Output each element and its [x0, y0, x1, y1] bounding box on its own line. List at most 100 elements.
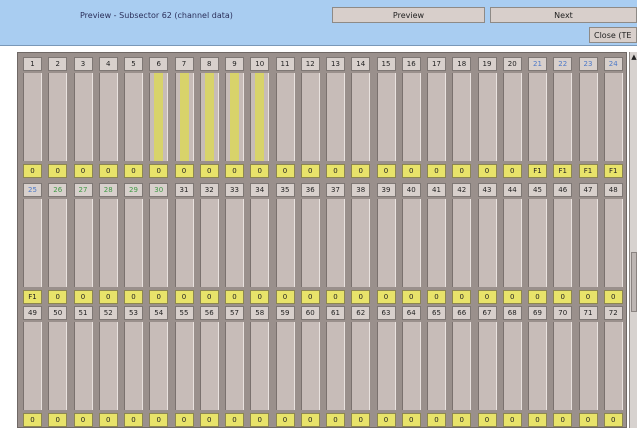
channel-fader-track[interactable]	[427, 322, 446, 410]
channel-strip[interactable]: 57 0	[223, 306, 248, 428]
channel-fader-track[interactable]	[578, 322, 598, 410]
channel-fader-track[interactable]	[149, 199, 169, 287]
channel-strip[interactable]: 12 0	[299, 57, 324, 179]
channel-strip[interactable]: 70	[173, 57, 198, 179]
channel-strip[interactable]: 58 0	[248, 306, 273, 428]
channel-fader-track[interactable]	[427, 73, 446, 161]
channel-fader-track[interactable]	[174, 322, 194, 410]
preview-button[interactable]: Preview	[332, 7, 485, 23]
channel-strip[interactable]: 30	[72, 57, 97, 179]
channel-strip[interactable]: 63 0	[375, 306, 400, 428]
channel-strip[interactable]: 24 F1	[602, 57, 627, 179]
channel-fader-track[interactable]	[452, 322, 472, 410]
close-button[interactable]: Close (TE	[589, 27, 637, 43]
channel-fader-track[interactable]	[300, 322, 320, 410]
channel-fader-track[interactable]	[149, 73, 169, 161]
channel-strip[interactable]: 45 0	[526, 183, 551, 305]
channel-fader-track[interactable]	[351, 199, 371, 287]
channel-strip[interactable]: 60 0	[299, 306, 324, 428]
channel-strip[interactable]: 54 0	[147, 306, 172, 428]
channel-strip[interactable]: 29 0	[122, 183, 147, 305]
channel-fader-track[interactable]	[250, 199, 270, 287]
channel-fader-track[interactable]	[528, 322, 547, 410]
channel-strip[interactable]: 13 0	[324, 57, 349, 179]
channel-strip[interactable]: 21 F1	[526, 57, 551, 179]
channel-fader-track[interactable]	[48, 199, 68, 287]
channel-strip[interactable]: 68 0	[501, 306, 526, 428]
channel-strip[interactable]: 48 0	[602, 183, 627, 305]
channel-strip[interactable]: 59 0	[274, 306, 299, 428]
channel-fader-track[interactable]	[73, 199, 93, 287]
channel-strip[interactable]: 41 0	[425, 183, 450, 305]
channel-strip[interactable]: 40 0	[400, 183, 425, 305]
channel-strip[interactable]: 44 0	[501, 183, 526, 305]
channel-strip[interactable]: 56 0	[198, 306, 223, 428]
channel-strip[interactable]: 15 0	[375, 57, 400, 179]
channel-strip[interactable]: 50 0	[46, 306, 71, 428]
channel-strip[interactable]: 32 0	[198, 183, 223, 305]
channel-fader-track[interactable]	[477, 322, 497, 410]
channel-fader-track[interactable]	[401, 199, 421, 287]
channel-fader-track[interactable]	[401, 73, 421, 161]
channel-strip[interactable]: 55 0	[173, 306, 198, 428]
channel-fader-track[interactable]	[98, 199, 118, 287]
channel-strip[interactable]: 90	[223, 57, 248, 179]
channel-fader-track[interactable]	[553, 322, 573, 410]
channel-strip[interactable]: 18 0	[450, 57, 475, 179]
channel-fader-track[interactable]	[502, 322, 522, 410]
channel-fader-track[interactable]	[250, 73, 270, 161]
channel-strip[interactable]: 65 0	[425, 306, 450, 428]
channel-strip[interactable]: 14 0	[349, 57, 374, 179]
channel-strip[interactable]: 38 0	[349, 183, 374, 305]
channel-strip[interactable]: 50	[122, 57, 147, 179]
channel-fader-track[interactable]	[23, 73, 42, 161]
channel-strip[interactable]: 34 0	[248, 183, 273, 305]
channel-fader-track[interactable]	[528, 73, 547, 161]
channel-fader-track[interactable]	[351, 73, 371, 161]
channel-strip[interactable]: 25 F1	[21, 183, 46, 305]
channel-fader-track[interactable]	[225, 199, 244, 287]
channel-strip[interactable]: 43 0	[476, 183, 501, 305]
channel-strip[interactable]: 52 0	[97, 306, 122, 428]
channel-strip[interactable]: 60	[147, 57, 172, 179]
channel-fader-track[interactable]	[73, 322, 93, 410]
channel-strip[interactable]: 51 0	[72, 306, 97, 428]
channel-fader-track[interactable]	[477, 73, 497, 161]
channel-fader-track[interactable]	[225, 73, 244, 161]
channel-fader-track[interactable]	[376, 199, 396, 287]
channel-strip[interactable]: 20 0	[501, 57, 526, 179]
channel-strip[interactable]: 39 0	[375, 183, 400, 305]
channel-fader-track[interactable]	[275, 73, 295, 161]
channel-fader-track[interactable]	[326, 199, 345, 287]
scroll-thumb[interactable]	[631, 252, 637, 312]
channel-fader-track[interactable]	[326, 73, 345, 161]
channel-fader-track[interactable]	[452, 73, 472, 161]
channel-fader-track[interactable]	[300, 73, 320, 161]
channel-strip[interactable]: 35 0	[274, 183, 299, 305]
channel-fader-track[interactable]	[376, 73, 396, 161]
channel-fader-track[interactable]	[502, 199, 522, 287]
channel-fader-track[interactable]	[427, 199, 446, 287]
channel-fader-track[interactable]	[603, 322, 623, 410]
channel-strip[interactable]: 33 0	[223, 183, 248, 305]
channel-fader-track[interactable]	[250, 322, 270, 410]
channel-fader-track[interactable]	[376, 322, 396, 410]
channel-fader-track[interactable]	[48, 322, 68, 410]
channel-fader-track[interactable]	[553, 73, 573, 161]
channel-strip[interactable]: 36 0	[299, 183, 324, 305]
channel-strip[interactable]: 37 0	[324, 183, 349, 305]
channel-strip[interactable]: 53 0	[122, 306, 147, 428]
channel-fader-track[interactable]	[578, 199, 598, 287]
channel-strip[interactable]: 19 0	[476, 57, 501, 179]
channel-strip[interactable]: 47 0	[577, 183, 602, 305]
channel-fader-track[interactable]	[98, 73, 118, 161]
channel-strip[interactable]: 10 0	[248, 57, 273, 179]
channel-fader-track[interactable]	[528, 199, 547, 287]
channel-strip[interactable]: 66 0	[450, 306, 475, 428]
channel-fader-track[interactable]	[199, 322, 219, 410]
channel-strip[interactable]: 62 0	[349, 306, 374, 428]
channel-strip[interactable]: 31 0	[173, 183, 198, 305]
channel-strip[interactable]: 26 0	[46, 183, 71, 305]
channel-strip[interactable]: 72 0	[602, 306, 627, 428]
channel-strip[interactable]: 64 0	[400, 306, 425, 428]
